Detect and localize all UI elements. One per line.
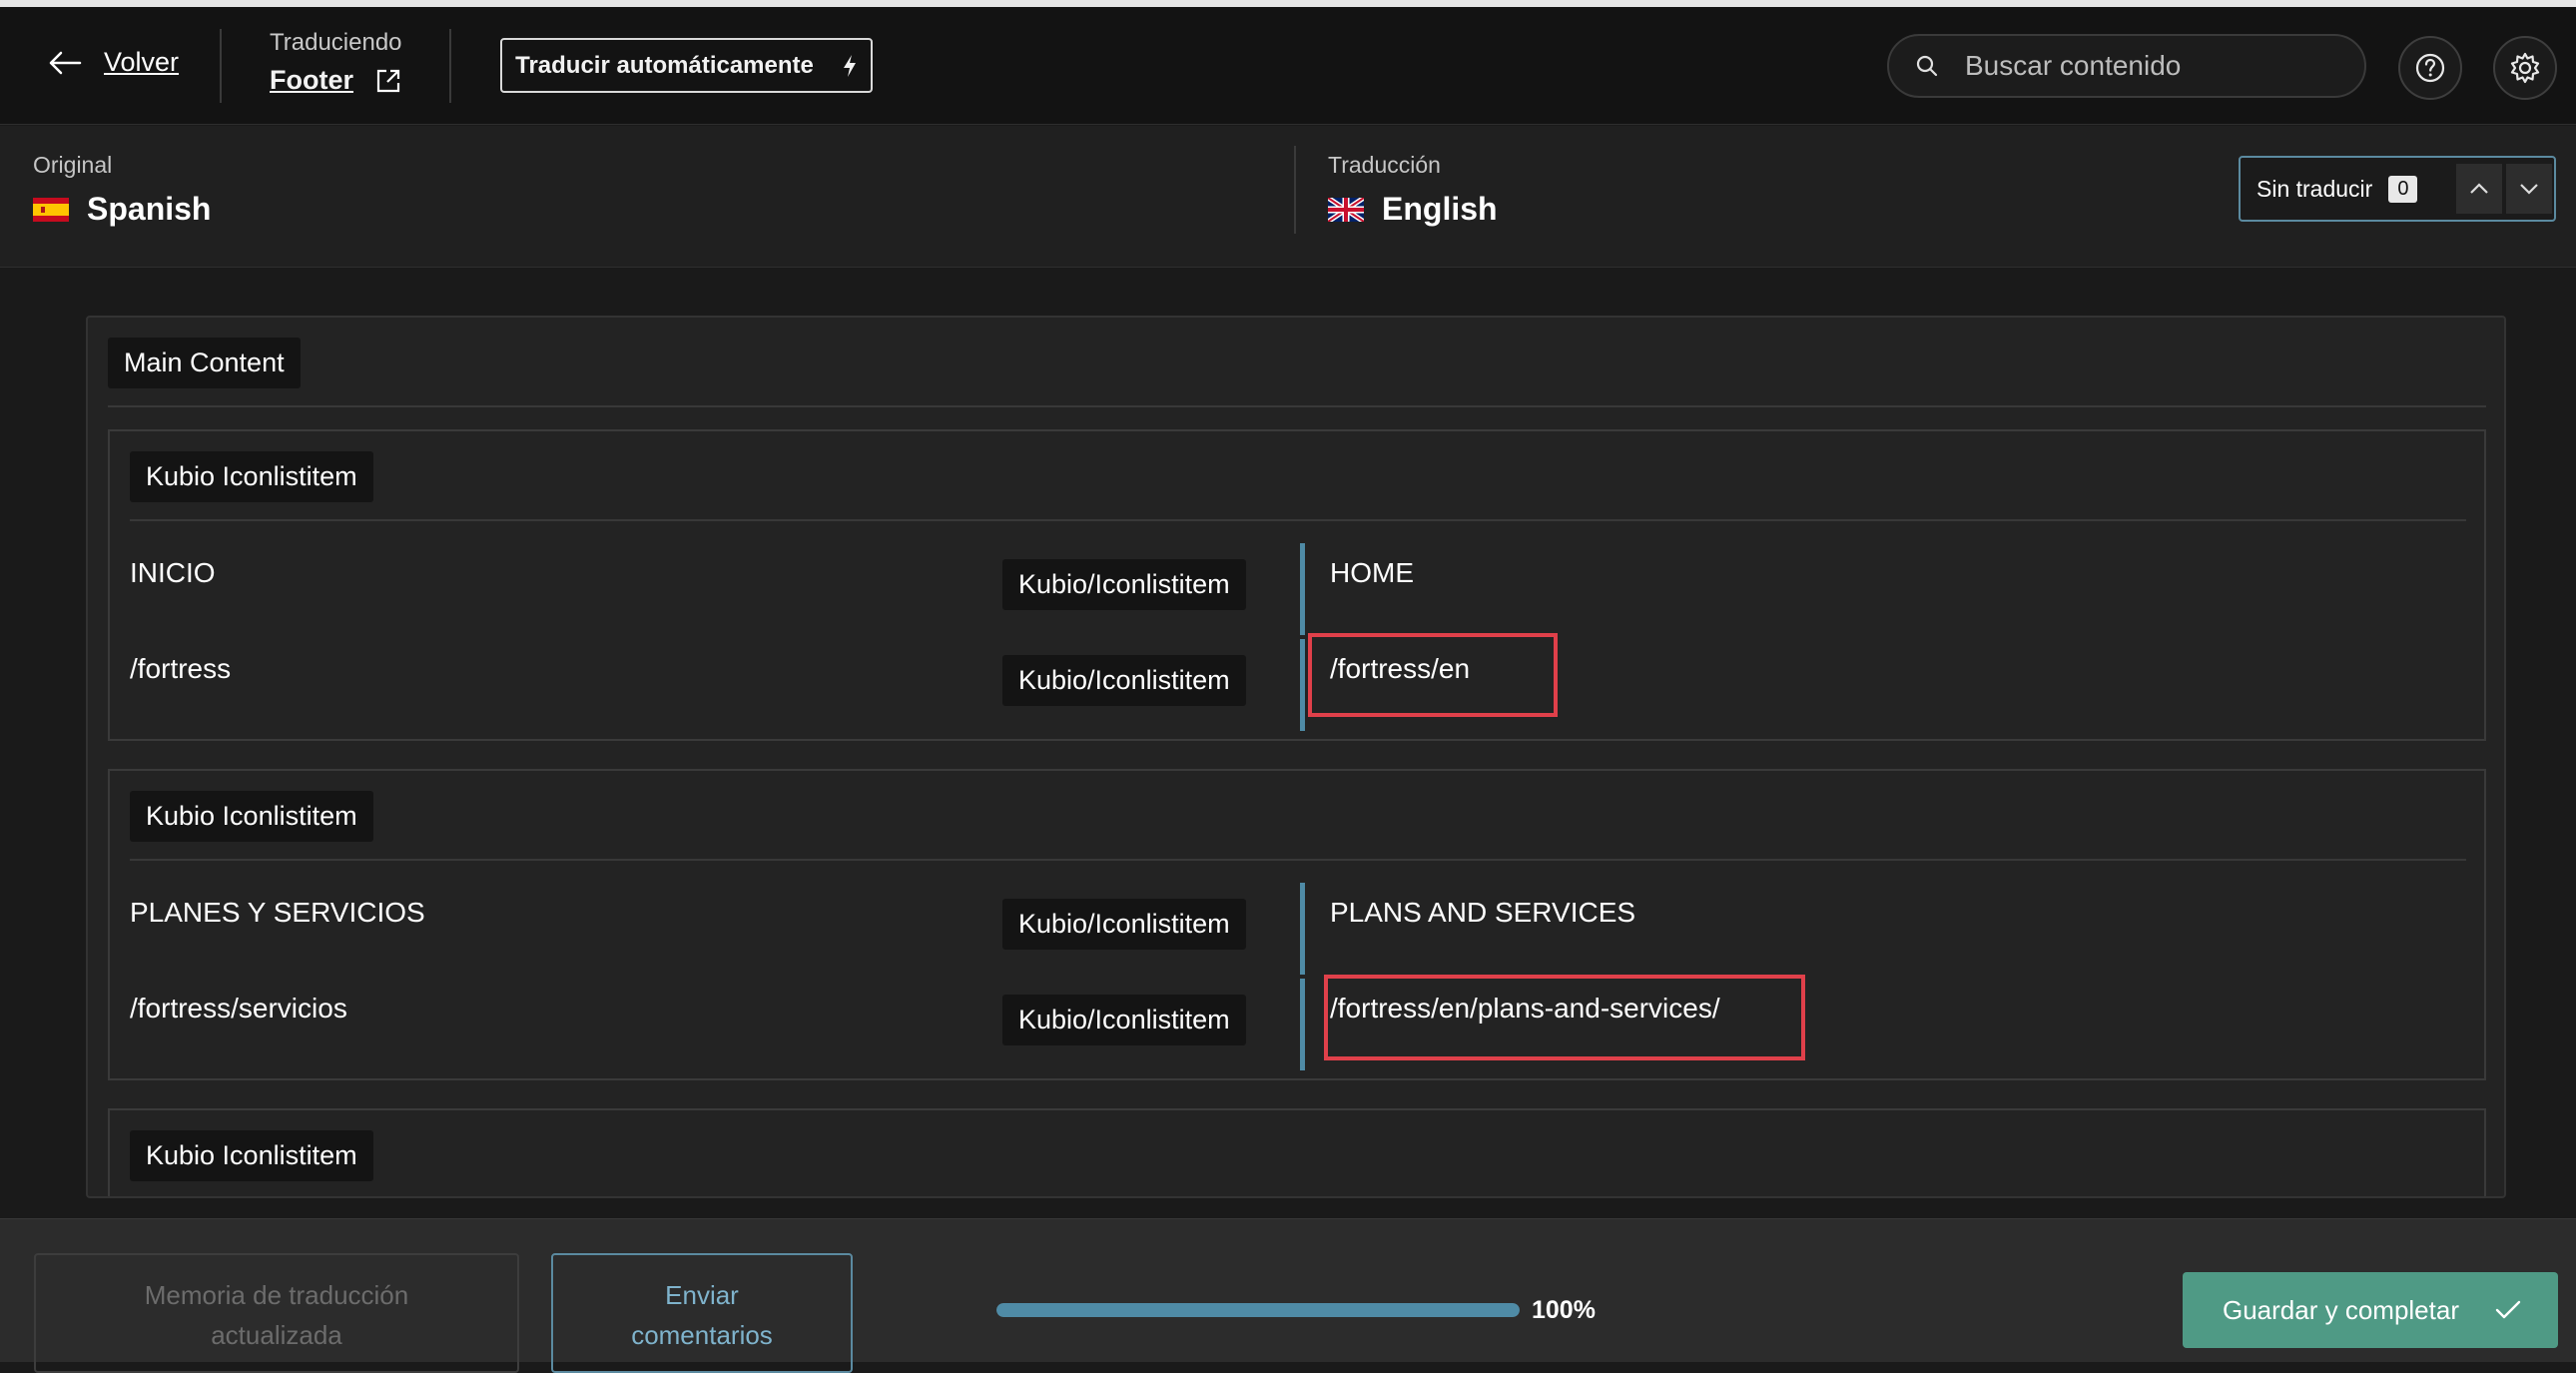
translation-language: Traducción English bbox=[1328, 152, 1498, 228]
checkmark-icon bbox=[2495, 1300, 2521, 1319]
uk-flag-icon bbox=[1328, 197, 1364, 222]
translation-row[interactable]: PLANES Y SERVICIOS Kubio/Iconlistitem PL… bbox=[110, 883, 2484, 979]
block-type-tag: Kubio/Iconlistitem bbox=[1002, 995, 1246, 1045]
lightning-icon bbox=[843, 54, 856, 77]
main-content-panel: Main Content Kubio Iconlistitem INICIO K… bbox=[86, 316, 2506, 1198]
section-tag: Main Content bbox=[108, 338, 301, 388]
settings-button[interactable] bbox=[2493, 36, 2557, 100]
translation-row[interactable]: INICIO Kubio/Iconlistitem HOME bbox=[110, 543, 2484, 639]
row-accent-bar bbox=[1300, 979, 1305, 1070]
group-tag: Kubio Iconlistitem bbox=[130, 451, 373, 502]
arrow-left-icon bbox=[49, 51, 82, 74]
highlight-box bbox=[1324, 975, 1805, 1060]
group-tag: Kubio Iconlistitem bbox=[130, 1130, 373, 1181]
block-type-tag: Kubio/Iconlistitem bbox=[1002, 899, 1246, 950]
original-text: /fortress/servicios bbox=[130, 993, 347, 1024]
search-input[interactable] bbox=[1965, 50, 2344, 82]
page-name-link[interactable]: Footer bbox=[270, 65, 353, 96]
help-icon bbox=[2415, 53, 2445, 83]
translation-language-name: English bbox=[1382, 191, 1498, 227]
group-divider bbox=[130, 519, 2466, 521]
save-and-complete-button[interactable]: Guardar y completar bbox=[2183, 1272, 2558, 1348]
original-language: Original Spanish bbox=[33, 152, 211, 228]
back-label[interactable]: Volver bbox=[104, 47, 179, 78]
window-top-strip bbox=[0, 0, 2576, 7]
row-accent-bar bbox=[1300, 543, 1305, 635]
translating-info: Traduciendo Footer bbox=[270, 29, 402, 96]
top-header: Volver Traduciendo Footer Traducir autom… bbox=[0, 7, 2576, 125]
progress-fill bbox=[996, 1303, 1520, 1317]
search-icon bbox=[1916, 55, 1938, 77]
save-label: Guardar y completar bbox=[2223, 1294, 2459, 1325]
help-button[interactable] bbox=[2398, 36, 2462, 100]
untranslated-label: Sin traducir bbox=[2256, 175, 2373, 202]
header-divider bbox=[449, 29, 451, 103]
memory-label-line1: Memoria de traducción bbox=[144, 1280, 409, 1310]
row-accent-bar bbox=[1300, 883, 1305, 975]
original-language-name: Spanish bbox=[87, 191, 212, 227]
feedback-label-line1: Enviar bbox=[665, 1280, 739, 1310]
language-bar: Original Spanish Traducción English Sin … bbox=[0, 126, 2576, 268]
original-text: INICIO bbox=[130, 557, 216, 588]
progress-percent: 100% bbox=[1532, 1296, 1596, 1324]
translation-text[interactable]: PLANS AND SERVICES bbox=[1330, 897, 1635, 929]
original-text: /fortress bbox=[130, 653, 232, 684]
translation-row[interactable]: /fortress Kubio/Iconlistitem /fortress/e… bbox=[110, 633, 2484, 735]
send-feedback-button[interactable]: Enviar comentarios bbox=[551, 1253, 853, 1373]
highlight-box bbox=[1308, 633, 1558, 717]
auto-translate-button[interactable]: Traducir automáticamente bbox=[500, 38, 873, 93]
back-link[interactable]: Volver bbox=[48, 47, 179, 78]
search-box[interactable] bbox=[1887, 34, 2366, 98]
block-type-tag: Kubio/Iconlistitem bbox=[1002, 655, 1246, 706]
previous-untranslated-button[interactable] bbox=[2456, 164, 2502, 214]
memory-label-line2: actualizada bbox=[211, 1320, 342, 1350]
spain-flag-icon bbox=[33, 197, 69, 222]
group-divider bbox=[130, 859, 2466, 861]
content-group: Kubio Iconlistitem INICIO Kubio/Iconlist… bbox=[108, 429, 2486, 741]
header-divider bbox=[220, 29, 222, 103]
content-group: Kubio Iconlistitem PLANES Y SERVICIOS Ku… bbox=[108, 769, 2486, 1080]
translating-label: Traduciendo bbox=[270, 29, 402, 56]
external-link-icon[interactable] bbox=[375, 68, 401, 94]
content-group: Kubio Iconlistitem bbox=[108, 1108, 2486, 1196]
chevron-up-icon bbox=[2470, 183, 2488, 194]
next-untranslated-button[interactable] bbox=[2506, 164, 2552, 214]
chevron-down-icon bbox=[2520, 184, 2538, 195]
original-label: Original bbox=[33, 152, 113, 178]
progress-bar bbox=[996, 1303, 1520, 1317]
translation-row[interactable]: /fortress/servicios Kubio/Iconlistitem /… bbox=[110, 975, 2484, 1074]
original-text: PLANES Y SERVICIOS bbox=[130, 897, 425, 928]
translation-text[interactable]: HOME bbox=[1330, 557, 1414, 589]
section-divider bbox=[108, 405, 2486, 407]
group-tag: Kubio Iconlistitem bbox=[130, 791, 373, 842]
feedback-label-line2: comentarios bbox=[631, 1320, 773, 1350]
footer-bar: Memoria de traducción actualizada Enviar… bbox=[0, 1218, 2576, 1373]
translation-memory-button[interactable]: Memoria de traducción actualizada bbox=[34, 1253, 519, 1373]
block-type-tag: Kubio/Iconlistitem bbox=[1002, 559, 1246, 610]
gear-icon bbox=[2510, 52, 2540, 84]
row-accent-bar bbox=[1300, 639, 1305, 731]
language-divider bbox=[1294, 146, 1296, 234]
untranslated-count-badge: 0 bbox=[2388, 175, 2418, 203]
untranslated-filter[interactable]: Sin traducir 0 bbox=[2239, 156, 2556, 222]
translation-label: Traducción bbox=[1328, 152, 1441, 178]
auto-translate-label: Traducir automáticamente bbox=[515, 51, 814, 79]
